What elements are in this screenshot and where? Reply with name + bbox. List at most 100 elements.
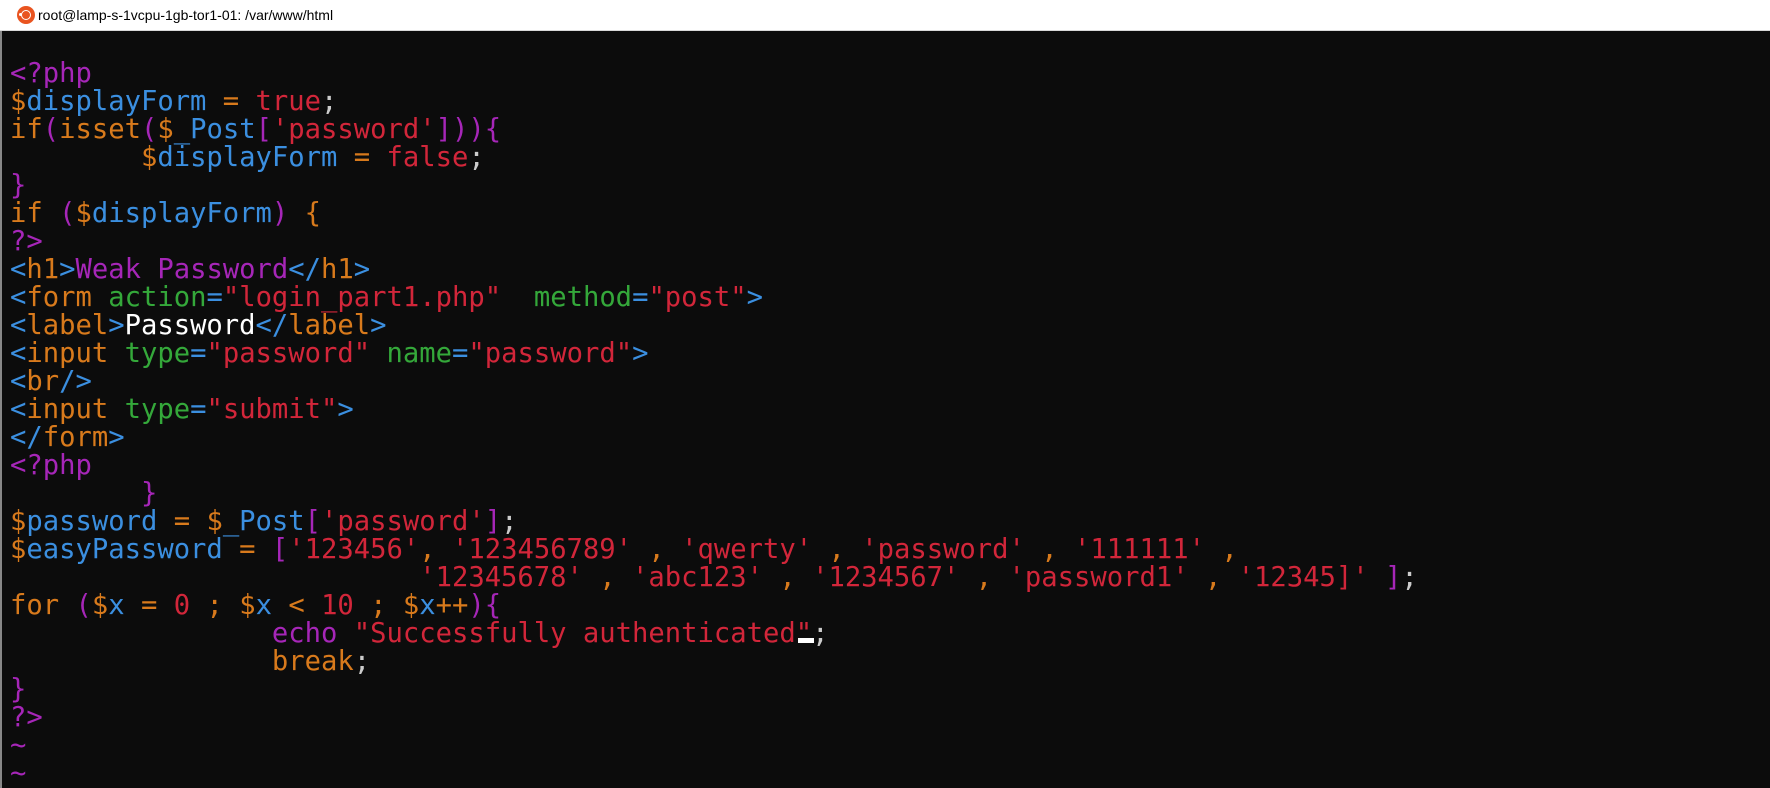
code-token: password: [26, 506, 158, 537]
code-token: 'password': [321, 506, 485, 537]
code-token: >: [353, 254, 371, 285]
code-token: h1: [321, 254, 354, 285]
code-token: ;: [321, 86, 338, 117]
code-token: ;: [190, 590, 240, 621]
title-bar[interactable]: root@lamp-s-1vcpu-1gb-tor1-01: /var/www/…: [0, 0, 1770, 31]
code-token: ]: [1385, 562, 1402, 593]
code-token: 10: [321, 590, 354, 621]
code-token: 0: [173, 590, 191, 621]
code-token: '123456789': [451, 534, 633, 565]
code-token: displayForm: [157, 142, 338, 173]
code-token: $: [157, 114, 174, 145]
code-token: br: [26, 366, 60, 397]
code-token: h1: [26, 254, 60, 285]
code-token: ;: [812, 618, 829, 649]
code-token: false: [386, 142, 469, 173]
code-token: <: [10, 282, 27, 313]
code-token: $: [10, 506, 27, 537]
code-token: ;: [501, 506, 518, 537]
code-line: if(isset($_Post['password'])){: [10, 116, 1418, 144]
code-token: "password": [468, 338, 633, 369]
code-line: $displayForm = false;: [10, 144, 1418, 172]
code-token: <: [10, 254, 27, 285]
code-line: ?>: [10, 228, 1418, 256]
code-token: ~: [10, 758, 27, 788]
code-token: {: [484, 590, 502, 621]
code-token: $: [239, 590, 256, 621]
code-line: }: [10, 676, 1418, 704]
code-token: $: [10, 86, 27, 117]
code-token: ,: [419, 534, 452, 565]
code-token: ;: [468, 142, 485, 173]
code-token: (: [42, 114, 60, 145]
code-token: ?>: [10, 226, 43, 257]
code-token: $: [91, 590, 109, 621]
code-token: <: [10, 394, 27, 425]
code-token: ": [795, 618, 813, 649]
code-token: ): [468, 590, 485, 621]
code-token: true: [255, 86, 322, 117]
code-token: >: [632, 338, 649, 369]
code-token: >: [746, 282, 764, 313]
code-token: =: [190, 338, 207, 369]
code-token: $: [140, 142, 158, 173]
code-token: type: [124, 394, 191, 425]
code-line: $displayForm = true;: [10, 88, 1418, 116]
code-token: name: [386, 338, 452, 369]
code-token: >: [337, 394, 354, 425]
code-token: Weak Password: [75, 254, 289, 285]
code-token: '123456': [288, 534, 420, 565]
code-token: isset: [59, 114, 141, 145]
code-token: Password: [124, 310, 256, 341]
text-cursor: [797, 638, 814, 643]
code-token: $: [75, 198, 92, 229]
code-token: displayForm: [26, 86, 207, 117]
code-token: </: [288, 254, 322, 285]
code-token: =: [452, 338, 469, 369]
code-line: <?php: [10, 60, 1418, 88]
code-token: if: [10, 114, 43, 145]
code-token: 'password': [861, 534, 1025, 565]
code-token: 'password1': [1008, 562, 1189, 593]
code-token: ,: [1204, 534, 1238, 565]
code-token: ;: [1401, 562, 1418, 593]
code-token: $: [10, 534, 27, 565]
code-token: =: [222, 534, 272, 565]
terminal-window: root@lamp-s-1vcpu-1gb-tor1-01: /var/www/…: [0, 0, 1770, 788]
code-editor[interactable]: <?php $displayForm = true; if(isset($_Post…: [10, 60, 1418, 788]
code-token: <: [10, 366, 27, 397]
code-token: ): [452, 114, 469, 145]
code-token: easyPassword: [26, 534, 223, 565]
code-line: }: [10, 172, 1418, 200]
code-token: ): [468, 114, 485, 145]
code-line: ~: [10, 732, 1418, 760]
code-token: form: [26, 282, 92, 313]
code-token: form: [42, 422, 109, 453]
code-token: (: [75, 590, 92, 621]
code-line: ~: [10, 760, 1418, 788]
code-line: <form action="login_part1.php" method="p…: [10, 284, 1418, 312]
code-token: input: [26, 394, 109, 425]
terminal-area[interactable]: <?php $displayForm = true; if(isset($_Post…: [0, 31, 1770, 788]
code-token: $: [402, 590, 420, 621]
code-token: <: [10, 310, 27, 341]
code-token: ]: [484, 506, 502, 537]
code-token: 'qwerty': [681, 534, 813, 565]
code-token: x: [255, 590, 272, 621]
code-line: }: [10, 480, 1418, 508]
code-token: [: [271, 534, 289, 565]
code-token: <: [10, 338, 27, 369]
code-token: ]: [435, 114, 452, 145]
code-token: <: [271, 590, 322, 621]
code-token: }: [140, 478, 158, 509]
code-token: '12345]': [1237, 562, 1369, 593]
code-token: $: [206, 506, 223, 537]
code-token: "password": [206, 338, 371, 369]
code-token: =: [157, 506, 207, 537]
